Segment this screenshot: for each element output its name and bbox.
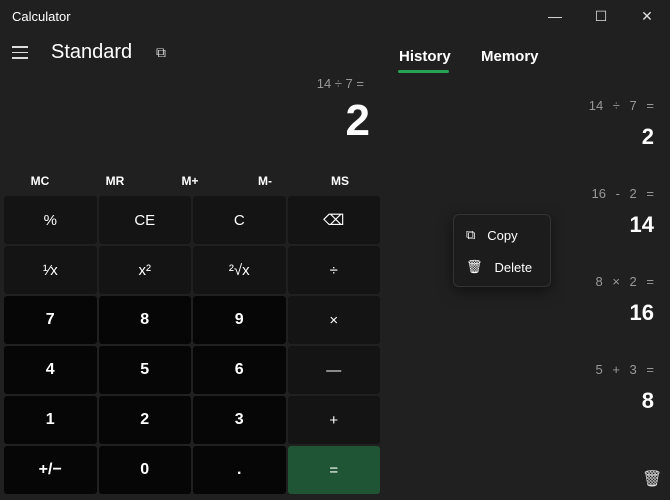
- history-result[interactable]: 16: [630, 300, 654, 326]
- tab-history[interactable]: History: [399, 48, 451, 65]
- key-button[interactable]: ×: [287, 296, 380, 344]
- window-title: Calculator: [12, 9, 71, 24]
- history-expression[interactable]: 16 - 2 =: [592, 186, 654, 201]
- key-button[interactable]: 9: [193, 296, 286, 344]
- key-button[interactable]: C: [193, 196, 286, 244]
- tab-memory[interactable]: Memory: [481, 48, 539, 65]
- key-button[interactable]: +: [287, 396, 380, 444]
- context-menu: ⧉ Copy 🗑 Delete: [453, 214, 551, 287]
- history-result[interactable]: 8: [642, 388, 654, 414]
- memory-mr[interactable]: MR: [80, 174, 150, 188]
- key-button[interactable]: 7: [4, 296, 97, 344]
- history-expression[interactable]: 5 + 3 =: [596, 362, 654, 377]
- key-button[interactable]: 4: [4, 346, 97, 394]
- trash-icon: 🗑: [466, 259, 483, 274]
- key-button[interactable]: 2: [98, 396, 191, 444]
- key-button[interactable]: 5: [98, 346, 191, 394]
- delete-label: Delete: [494, 259, 533, 275]
- key-button[interactable]: —: [287, 346, 380, 394]
- key-button[interactable]: 8: [98, 296, 191, 344]
- maximize-button[interactable]: ☐: [578, 0, 624, 32]
- key-button[interactable]: .: [193, 446, 286, 494]
- key-button[interactable]: =: [287, 446, 380, 494]
- key-button[interactable]: %: [4, 196, 97, 244]
- key-button[interactable]: CE: [98, 196, 191, 244]
- key-button[interactable]: 3: [193, 396, 286, 444]
- memory-m-[interactable]: M-: [230, 174, 300, 188]
- key-button[interactable]: ²√x: [193, 246, 286, 294]
- key-button[interactable]: 6: [193, 346, 286, 394]
- expression: 14 ÷ 7 =: [316, 76, 364, 91]
- menu-icon[interactable]: [12, 46, 28, 63]
- key-button[interactable]: +/−: [4, 446, 97, 494]
- key-button[interactable]: x²: [98, 246, 191, 294]
- key-button[interactable]: ⌫: [287, 196, 380, 244]
- history-result[interactable]: 14: [630, 212, 654, 238]
- keep-on-top-icon[interactable]: ⧉: [156, 44, 166, 61]
- keypad: % CE C ⌫ ¹⁄x x² ²√x ÷ 7 8 9 × 4 5 6— 1 2 3 + +/− 0. =: [4, 196, 380, 494]
- copy-label: Copy: [487, 227, 518, 243]
- memory-mc[interactable]: MC: [5, 174, 75, 188]
- menu-item-delete[interactable]: 🗑 Delete: [466, 259, 532, 275]
- close-button[interactable]: ✕: [624, 0, 670, 32]
- tab-indicator: [398, 70, 449, 73]
- mode-title: Standard: [51, 41, 133, 63]
- copy-icon: ⧉: [466, 227, 476, 242]
- clear-history-icon[interactable]: 🗑: [642, 469, 662, 489]
- history-expression[interactable]: 14 ÷ 7 =: [589, 98, 654, 113]
- menu-item-copy[interactable]: ⧉ Copy: [466, 227, 518, 243]
- history-result[interactable]: 2: [642, 124, 654, 150]
- key-button[interactable]: ¹⁄x: [4, 246, 97, 294]
- result: 2: [345, 96, 370, 145]
- memory-m+[interactable]: M+: [155, 174, 225, 188]
- minimize-button[interactable]: —: [532, 0, 578, 32]
- memory-ms[interactable]: MS: [305, 174, 375, 188]
- history-expression[interactable]: 8 × 2 =: [596, 274, 654, 289]
- key-button[interactable]: 1: [4, 396, 97, 444]
- key-button[interactable]: 0: [98, 446, 191, 494]
- key-button[interactable]: ÷: [287, 246, 380, 294]
